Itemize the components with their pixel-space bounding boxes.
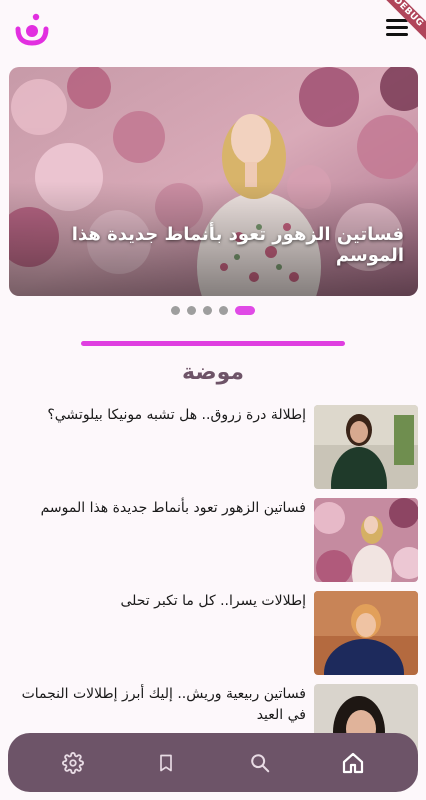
nav-settings[interactable] (51, 741, 95, 785)
search-icon (250, 753, 270, 772)
debug-banner: DEBUG (366, 0, 426, 60)
article-thumbnail (314, 405, 418, 489)
article-title: فساتين الزهور تعود بأنماط جديدة هذا المو… (40, 500, 306, 516)
article-title: إطلالة درة زروق.. هل تشبه مونيكا بيلوتشي… (47, 407, 306, 423)
article-item[interactable]: فساتين الزهور تعود بأنماط جديدة هذا المو… (8, 498, 418, 582)
carousel-dot[interactable] (187, 306, 196, 315)
app-logo (15, 13, 49, 46)
carousel-dot[interactable] (203, 306, 212, 315)
article-thumbnail (314, 591, 418, 675)
carousel-dot[interactable] (219, 306, 228, 315)
gear-icon (61, 751, 84, 774)
carousel-indicator (0, 306, 426, 315)
hero-caption: فساتين الزهور تعود بأنماط جديدة هذا المو… (71, 224, 404, 266)
article-title: فساتين ربيعية وريش.. إليك أبرز إطلالات ا… (21, 686, 306, 723)
bookmark-icon (160, 754, 173, 771)
nav-home[interactable] (331, 741, 375, 785)
app-bar (0, 0, 426, 58)
carousel-dot-active[interactable] (235, 306, 255, 315)
article-item[interactable]: إطلالة درة زروق.. هل تشبه مونيكا بيلوتشي… (8, 405, 418, 489)
carousel-dot[interactable] (171, 306, 180, 315)
debug-banner-label: DEBUG (375, 0, 426, 46)
hero-carousel[interactable]: فساتين الزهور تعود بأنماط جديدة هذا المو… (9, 67, 418, 296)
home-icon (343, 752, 364, 773)
nav-bookmarks[interactable] (144, 741, 188, 785)
section-divider (81, 341, 345, 346)
bottom-navigation (8, 733, 418, 792)
article-title: إطلالات يسرا.. كل ما تكبر تحلى (120, 593, 306, 609)
section-title: موضة (181, 360, 244, 385)
article-thumbnail (314, 498, 418, 582)
article-item[interactable]: إطلالات يسرا.. كل ما تكبر تحلى (8, 591, 418, 675)
nav-search[interactable] (238, 741, 282, 785)
